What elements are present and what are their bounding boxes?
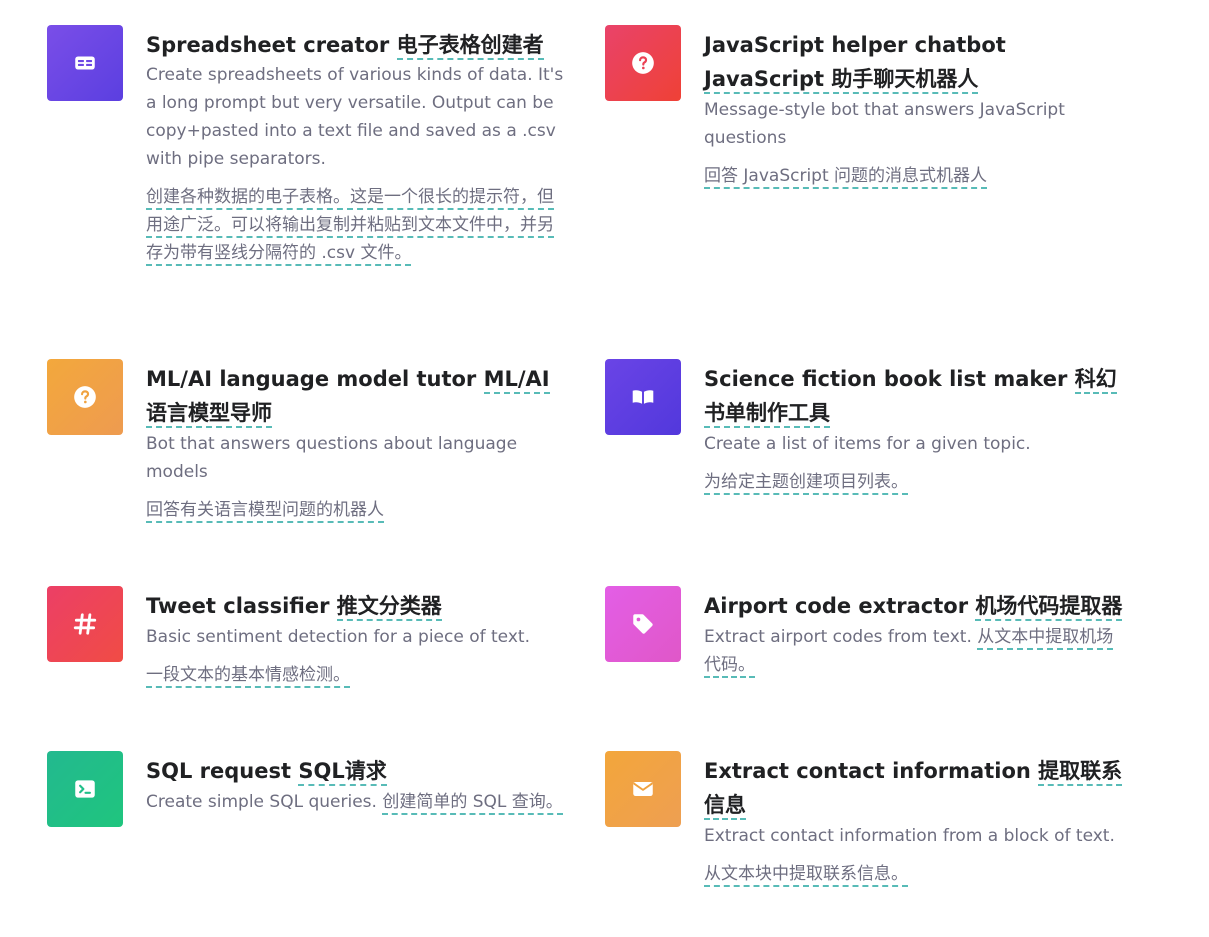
card-description: Create spreadsheets of various kinds of … [146, 65, 564, 169]
title-zh: JavaScript 助手聊天机器人 [704, 67, 979, 94]
card-title: Science fiction book list maker 科幻书单制作工具 [704, 362, 1124, 430]
card-title: JavaScript helper chatbot JavaScript 助手聊… [704, 28, 1124, 96]
card-extract-contact-info[interactable]: Extract contact information 提取联系信息 Extra… [605, 751, 1125, 931]
title-en: Spreadsheet creator [146, 33, 390, 57]
hashtag-icon [73, 613, 97, 635]
card-description-zh: 一段文本的基本情感检测。 [146, 661, 566, 689]
card-title: Tweet classifier 推文分类器 [146, 589, 566, 623]
card-description: Create a list of items for a given topic… [704, 434, 1031, 454]
question-icon [74, 386, 96, 408]
title-en: ML/AI language model tutor [146, 367, 477, 391]
card-description-zh: 回答有关语言模型问题的机器人 [146, 496, 566, 524]
card-description: Extract contact information from a block… [704, 826, 1115, 846]
book-icon [632, 390, 654, 404]
card-icon-tile [605, 751, 681, 827]
card-description-zh: 为给定主题创建项目列表。 [704, 468, 1124, 496]
tag-icon [633, 614, 653, 634]
card-icon-tile [47, 25, 123, 101]
card-description: Bot that answers questions about languag… [146, 434, 518, 482]
card-description: Extract airport codes from text. 从文本中提取机… [704, 623, 1124, 679]
card-title: Extract contact information 提取联系信息 [704, 754, 1124, 822]
card-icon-tile [605, 586, 681, 662]
question-icon [632, 52, 654, 74]
title-en: Science fiction book list maker [704, 367, 1068, 391]
title-en: JavaScript helper chatbot [704, 33, 1006, 57]
card-description: Create simple SQL queries. 创建简单的 SQL 查询。 [146, 788, 566, 816]
zh-description-text: 创建各种数据的电子表格。这是一个很长的提示符，但用途广泛。可以将输出复制并粘贴到… [146, 187, 554, 266]
mail-icon [633, 781, 653, 797]
card-icon-tile [605, 359, 681, 435]
spreadsheet-icon [75, 56, 95, 70]
title-en: SQL request [146, 759, 292, 783]
description-zh-inline: 创建简单的 SQL 查询。 [382, 792, 563, 815]
card-description-zh: 回答 JavaScript 问题的消息式机器人 [704, 162, 1124, 190]
card-tweet-classifier[interactable]: Tweet classifier 推文分类器 Basic sentiment d… [47, 586, 567, 706]
title-zh: 推文分类器 [336, 594, 442, 621]
card-description-zh: 从文本块中提取联系信息。 [704, 860, 1124, 888]
description-en: Extract airport codes from text. [704, 627, 972, 647]
zh-description-text: 一段文本的基本情感检测。 [146, 665, 350, 688]
card-sql-request[interactable]: SQL request SQL请求 Create simple SQL quer… [47, 751, 567, 861]
title-en: Extract contact information [704, 759, 1031, 783]
card-airport-code-extractor[interactable]: Airport code extractor 机场代码提取器 Extract a… [605, 586, 1125, 696]
card-title: SQL request SQL请求 [146, 754, 566, 788]
title-zh: SQL请求 [298, 759, 387, 786]
card-icon-tile [47, 586, 123, 662]
zh-description-text: 回答有关语言模型问题的机器人 [146, 500, 384, 523]
card-icon-tile [47, 751, 123, 827]
title-en: Tweet classifier [146, 594, 330, 618]
title-zh: 电子表格创建者 [396, 33, 544, 60]
card-description: Message-style bot that answers JavaScrip… [704, 100, 1065, 148]
card-icon-tile [47, 359, 123, 435]
card-title: ML/AI language model tutor ML/AI语言模型导师 [146, 362, 566, 430]
card-description-zh: 创建各种数据的电子表格。这是一个很长的提示符，但用途广泛。可以将输出复制并粘贴到… [146, 183, 566, 267]
zh-description-text: 回答 JavaScript 问题的消息式机器人 [704, 166, 988, 189]
card-javascript-helper[interactable]: JavaScript helper chatbot JavaScript 助手聊… [605, 25, 1125, 205]
card-scifi-book-list[interactable]: Science fiction book list maker 科幻书单制作工具… [605, 359, 1125, 509]
zh-description-text: 为给定主题创建项目列表。 [704, 472, 908, 495]
terminal-icon [75, 780, 95, 798]
card-ml-ai-tutor[interactable]: ML/AI language model tutor ML/AI语言模型导师 B… [47, 359, 567, 539]
card-description: Basic sentiment detection for a piece of… [146, 627, 530, 647]
card-icon-tile [605, 25, 681, 101]
title-en: Airport code extractor [704, 594, 969, 618]
title-zh: 机场代码提取器 [975, 594, 1123, 621]
card-title: Spreadsheet creator 电子表格创建者 [146, 28, 566, 62]
card-spreadsheet-creator[interactable]: Spreadsheet creator 电子表格创建者 Create sprea… [47, 25, 567, 315]
description-en: Create simple SQL queries. [146, 792, 377, 812]
zh-description-text: 从文本块中提取联系信息。 [704, 864, 908, 887]
card-title: Airport code extractor 机场代码提取器 [704, 589, 1124, 623]
